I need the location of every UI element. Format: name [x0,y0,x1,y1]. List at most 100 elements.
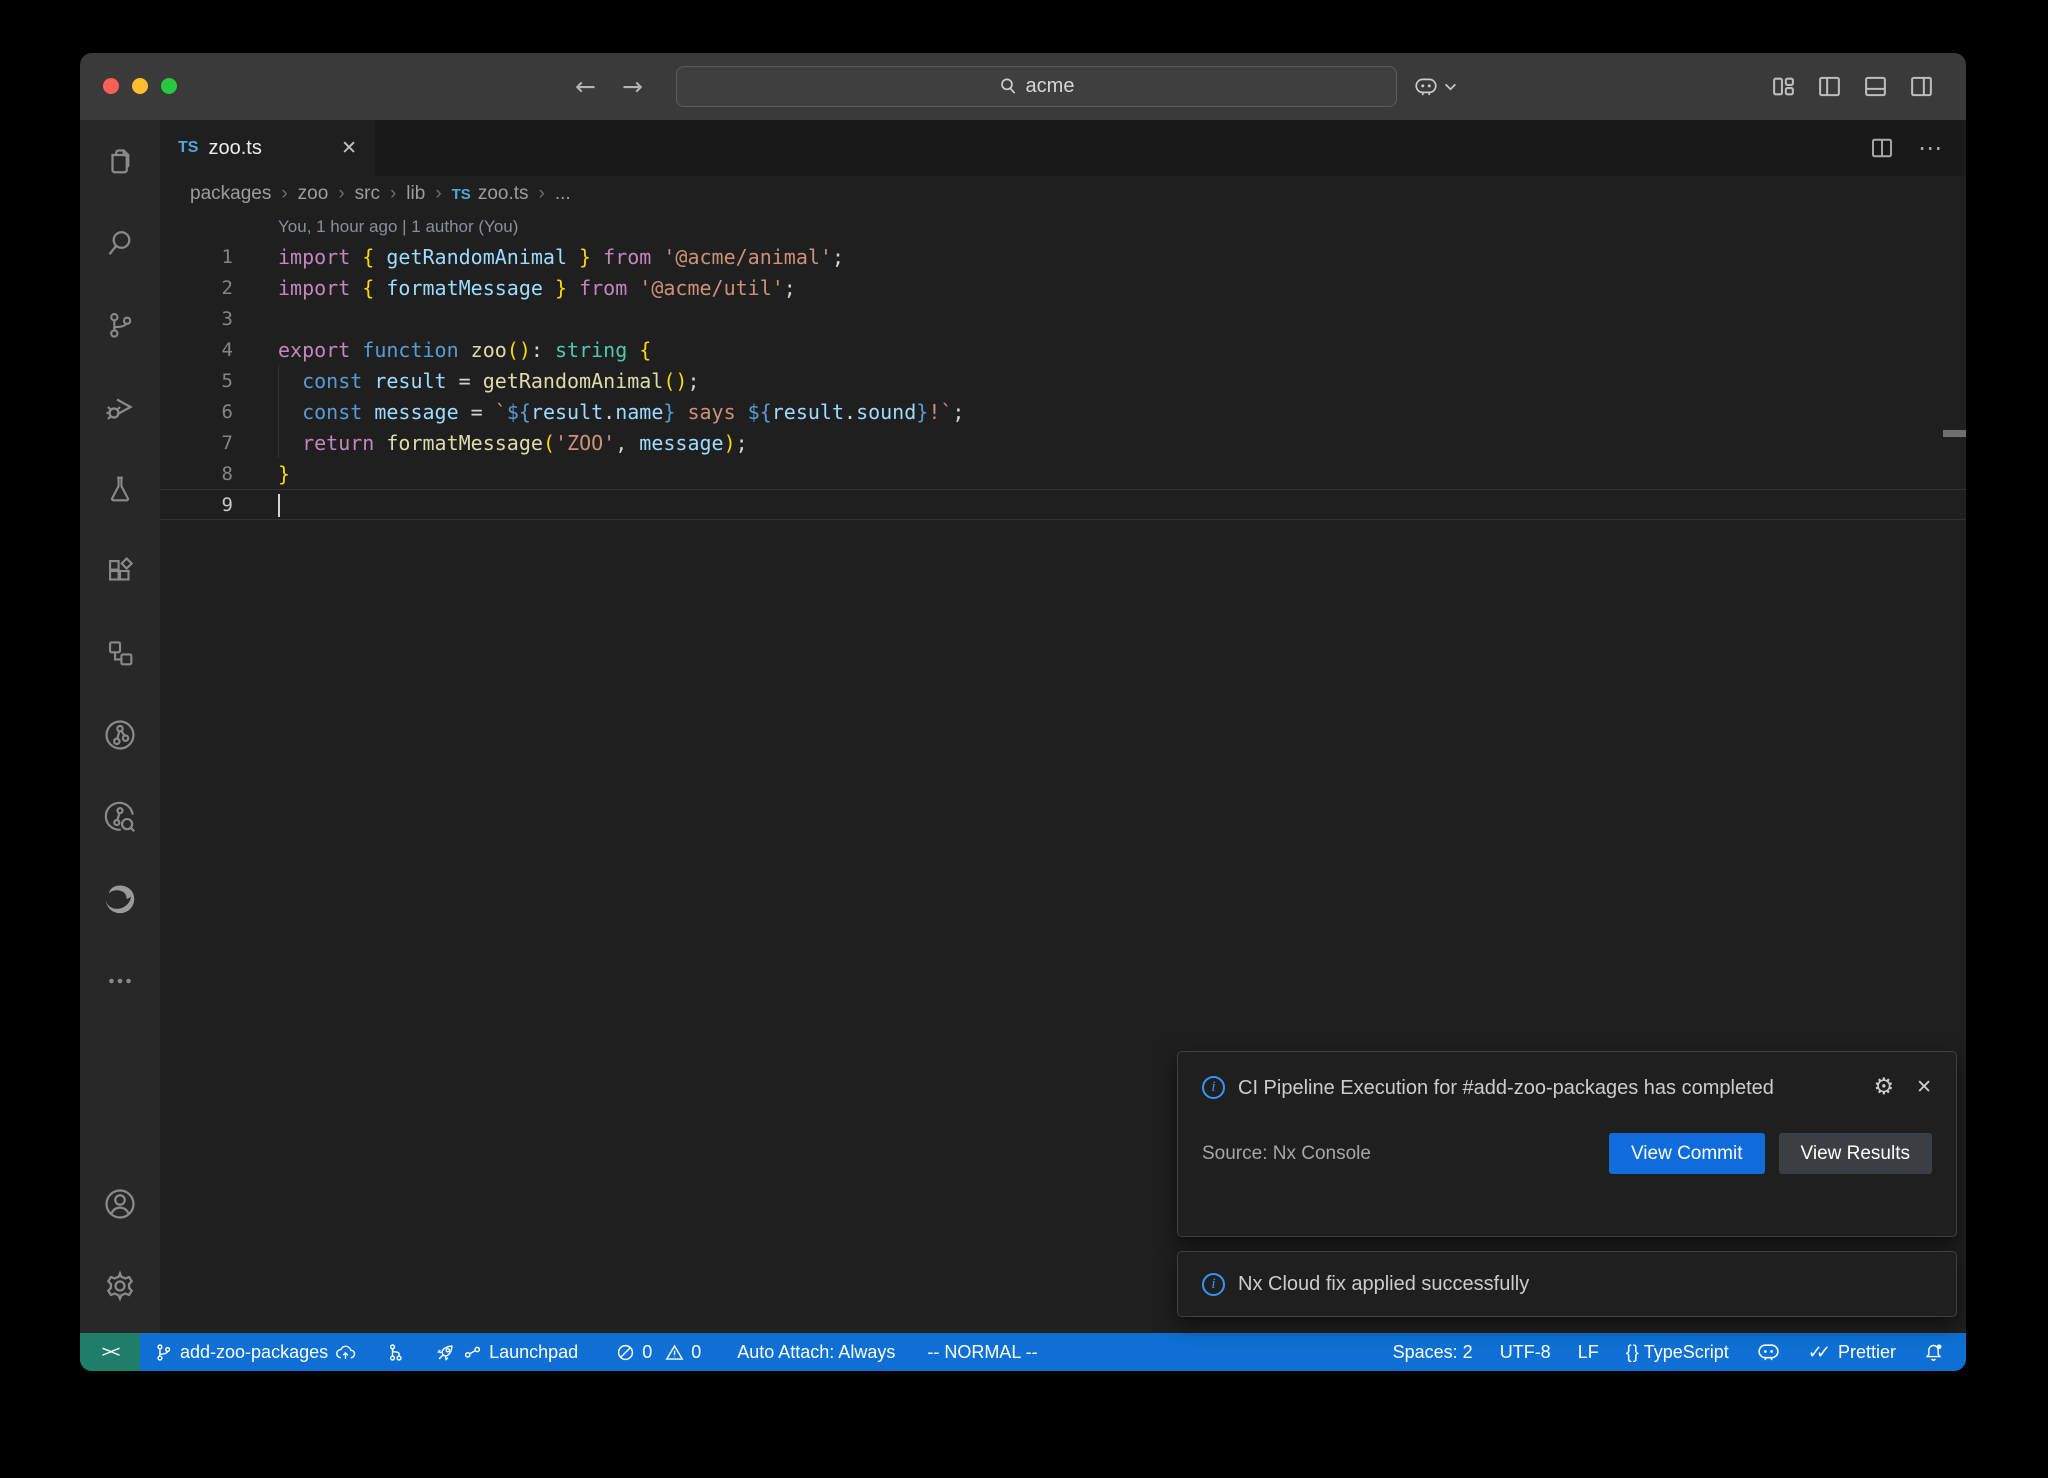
activity-gitlens-inspect[interactable] [80,776,160,858]
git-blame-annotation: You, 1 hour ago | 1 author (You) [160,212,1966,241]
git-graph-item[interactable] [386,1343,405,1362]
vim-mode-item[interactable]: -- NORMAL -- [927,1342,1037,1363]
activity-run-debug[interactable] [80,366,160,448]
code-line[interactable]: 3 [160,303,1966,334]
notification-center: i CI Pipeline Execution for #add-zoo-pac… [1177,1051,1957,1317]
activity-source-control[interactable] [80,284,160,366]
title-bar: ← → acme [80,53,1966,120]
toggle-primary-sidebar-icon[interactable] [1817,74,1842,99]
info-icon: i [1202,1076,1225,1099]
code-line[interactable]: 5 const result = getRandomAnimal(); [160,365,1966,396]
copilot-icon[interactable] [1413,77,1439,97]
explorer-icon [102,143,138,179]
close-window-button[interactable] [103,78,119,94]
tab-title: zoo.ts [208,137,261,160]
formatter-item[interactable]: ✓✓ Prettier [1808,1342,1896,1363]
activity-nx-console[interactable] [80,612,160,694]
activity-gitlens[interactable] [80,694,160,776]
breadcrumb-separator-icon: › [539,183,545,205]
language-item[interactable]: { } TypeScript [1626,1342,1729,1363]
activity-account[interactable] [101,1163,139,1245]
tab-close-icon[interactable]: ✕ [341,137,357,160]
encoding-item[interactable]: UTF-8 [1500,1342,1551,1363]
code-line[interactable]: 2import { formatMessage } from '@acme/ut… [160,272,1966,303]
navigate-back-icon[interactable]: ← [575,72,596,101]
breadcrumb-item[interactable]: packages [190,183,271,205]
code-line[interactable]: 1import { getRandomAnimal } from '@acme/… [160,241,1966,272]
remote-indicator[interactable]: >< [80,1333,140,1371]
extensions-icon [103,554,137,588]
code-text: return formatMessage('ZOO', message); [278,431,748,455]
notification-message: Nx Cloud fix applied successfully [1238,1273,1529,1296]
view-commit-button[interactable]: View Commit [1609,1133,1765,1174]
activity-edge-tools[interactable] [80,858,160,940]
line-number: 9 [160,494,233,516]
search-sidebar-icon [102,225,138,261]
breadcrumb-item[interactable]: ... [555,183,571,205]
code-text: const message = `${result.name} says ${r… [278,400,964,424]
line-number: 6 [160,401,233,423]
eol-item[interactable]: LF [1578,1342,1599,1363]
notification-close-icon[interactable]: ✕ [1916,1076,1932,1099]
testing-flask-icon [103,472,137,506]
problems-item[interactable]: 0 0 [616,1342,701,1363]
git-branch-icon [154,1343,173,1362]
double-check-icon: ✓✓ [1808,1342,1831,1363]
status-bar: >< add-zoo-packages [80,1333,1966,1371]
error-count: 0 [642,1342,652,1363]
notification-message: CI Pipeline Execution for #add-zoo-packa… [1238,1074,1774,1103]
copilot-status-item[interactable] [1756,1343,1781,1362]
breadcrumb-item[interactable]: lib [406,183,425,205]
breadcrumb-item[interactable]: TSzoo.ts [452,183,529,205]
git-branch-item[interactable]: add-zoo-packages [154,1342,356,1363]
errors-icon [616,1343,635,1362]
activity-more[interactable] [80,940,160,1022]
gitlens-inspect-icon [101,798,139,836]
toggle-secondary-sidebar-icon[interactable] [1909,74,1934,99]
auto-attach-item[interactable]: Auto Attach: Always [737,1342,895,1363]
toggle-panel-icon[interactable] [1863,74,1888,99]
code-text: import { getRandomAnimal } from '@acme/a… [278,245,844,269]
code-line[interactable]: 9 [160,489,1966,520]
tab-zoo-ts[interactable]: TS zoo.ts ✕ [160,120,375,176]
activity-testing[interactable] [80,448,160,530]
launchpad-item[interactable]: Launchpad [435,1342,578,1363]
navigate-forward-icon[interactable]: → [622,72,643,101]
view-results-button[interactable]: View Results [1779,1133,1932,1174]
line-number: 8 [160,463,233,485]
run-and-debug-icon [102,389,138,425]
code-line[interactable]: 8} [160,458,1966,489]
settings-gear-icon [102,1268,138,1304]
indentation-item[interactable]: Spaces: 2 [1393,1342,1473,1363]
code-line[interactable]: 4export function zoo(): string { [160,334,1966,365]
breadcrumb-separator-icon: › [390,183,396,205]
rocket-icon [435,1342,456,1363]
zoom-window-button[interactable] [161,78,177,94]
command-center-search[interactable]: acme [676,66,1397,107]
split-editor-icon[interactable] [1870,136,1894,160]
publish-cloud-icon [335,1343,356,1362]
activity-bar [80,120,160,1333]
breadcrumb: packages›zoo›src›lib›TSzoo.ts›... [160,176,1966,212]
notification-settings-icon[interactable]: ⚙ [1873,1074,1894,1100]
account-icon [101,1185,139,1223]
chevron-down-icon[interactable] [1444,82,1457,91]
minimize-window-button[interactable] [132,78,148,94]
info-icon: i [1202,1273,1225,1296]
customize-layout-icon[interactable] [1771,74,1796,99]
activity-search[interactable] [80,202,160,284]
typescript-file-icon: TS [178,139,198,157]
notification-source: Source: Nx Console [1202,1143,1371,1165]
line-number: 7 [160,432,233,454]
warnings-icon [665,1343,684,1362]
code-line[interactable]: 6 const message = `${result.name} says $… [160,396,1966,427]
notifications-bell-item[interactable] [1923,1342,1944,1363]
activity-settings[interactable] [101,1245,139,1327]
code-line[interactable]: 7 return formatMessage('ZOO', message); [160,427,1966,458]
editor-more-actions-icon[interactable]: ⋯ [1918,134,1942,163]
activity-extensions[interactable] [80,530,160,612]
breadcrumb-item[interactable]: zoo [298,183,329,205]
notification-ci-pipeline: i CI Pipeline Execution for #add-zoo-pac… [1177,1051,1957,1237]
activity-explorer[interactable] [80,120,160,202]
breadcrumb-item[interactable]: src [355,183,380,205]
